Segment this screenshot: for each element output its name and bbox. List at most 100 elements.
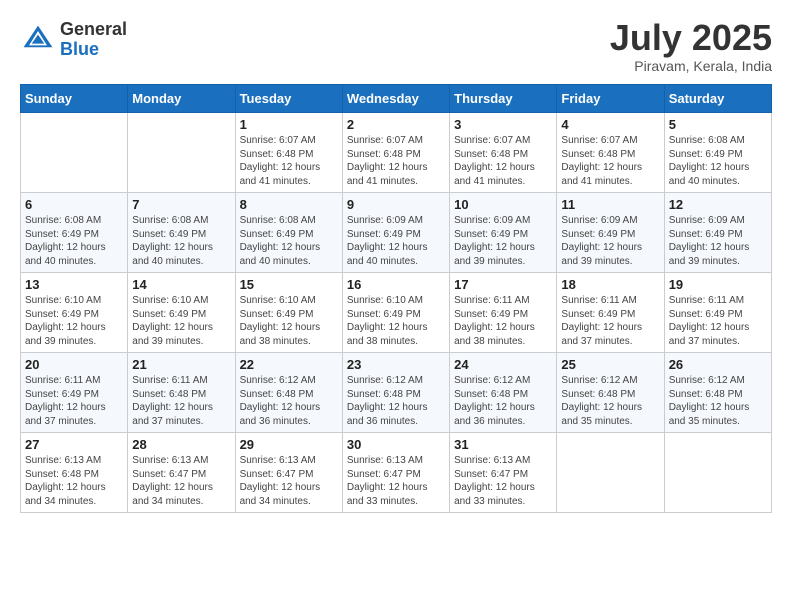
calendar-week-row: 13 Sunrise: 6:10 AMSunset: 6:49 PMDayligh… bbox=[21, 273, 772, 353]
day-number: 25 bbox=[561, 357, 659, 372]
calendar-cell: 21Sunrise: 6:11 AMSunset: 6:48 PMDayligh… bbox=[128, 353, 235, 433]
day-info: Sunrise: 6:08 AMSunset: 6:49 PMDaylight:… bbox=[669, 134, 767, 188]
day-number: 13 bbox=[25, 277, 123, 292]
weekday-header: Monday bbox=[128, 85, 235, 113]
calendar-cell: 5 Sunrise: 6:08 AMSunset: 6:49 PMDaylight… bbox=[664, 113, 771, 193]
day-info: Sunrise: 6:10 AMSunset: 6:49 PMDaylight:… bbox=[347, 294, 445, 348]
month-title: July 2025 bbox=[610, 20, 772, 56]
weekday-header: Tuesday bbox=[235, 85, 342, 113]
day-info: Sunrise: 6:09 AMSunset: 6:49 PMDaylight:… bbox=[669, 214, 767, 268]
day-number: 18 bbox=[561, 277, 659, 292]
calendar-cell bbox=[128, 113, 235, 193]
day-number: 20 bbox=[25, 357, 123, 372]
day-number: 9 bbox=[347, 197, 445, 212]
day-info: Sunrise: 6:12 AMSunset: 6:48 PMDaylight:… bbox=[347, 374, 445, 428]
calendar-week-row: 20 Sunrise: 6:11 AMSunset: 6:49 PMDayligh… bbox=[21, 353, 772, 433]
calendar-cell: 25 Sunrise: 6:12 AMSunset: 6:48 PMDayligh… bbox=[557, 353, 664, 433]
page-header: General Blue July 2025 Piravam, Kerala, … bbox=[20, 20, 772, 74]
logo-text: General Blue bbox=[60, 20, 127, 60]
weekday-header: Wednesday bbox=[342, 85, 449, 113]
calendar-cell: 29 Sunrise: 6:13 AMSunset: 6:47 PMDayligh… bbox=[235, 433, 342, 513]
day-info: Sunrise: 6:13 AMSunset: 6:48 PMDaylight:… bbox=[25, 454, 123, 508]
day-number: 15 bbox=[240, 277, 338, 292]
day-info: Sunrise: 6:12 AMSunset: 6:48 PMDaylight:… bbox=[454, 374, 552, 428]
calendar-cell: 3 Sunrise: 6:07 AMSunset: 6:48 PMDaylight… bbox=[450, 113, 557, 193]
day-info: Sunrise: 6:10 AMSunset: 6:49 PMDaylight:… bbox=[240, 294, 338, 348]
calendar-cell: 31 Sunrise: 6:13 AMSunset: 6:47 PMDayligh… bbox=[450, 433, 557, 513]
day-info: Sunrise: 6:12 AMSunset: 6:48 PMDaylight:… bbox=[561, 374, 659, 428]
calendar-cell: 26Sunrise: 6:12 AMSunset: 6:48 PMDayligh… bbox=[664, 353, 771, 433]
calendar-cell: 15 Sunrise: 6:10 AMSunset: 6:49 PMDayligh… bbox=[235, 273, 342, 353]
calendar-cell: 4 Sunrise: 6:07 AMSunset: 6:48 PMDaylight… bbox=[557, 113, 664, 193]
calendar-week-row: 1 Sunrise: 6:07 AMSunset: 6:48 PMDaylight… bbox=[21, 113, 772, 193]
day-info: Sunrise: 6:13 AMSunset: 6:47 PMDaylight:… bbox=[454, 454, 552, 508]
calendar-cell: 7Sunrise: 6:08 AMSunset: 6:49 PMDaylight… bbox=[128, 193, 235, 273]
calendar-header-row: SundayMondayTuesdayWednesdayThursdayFrid… bbox=[21, 85, 772, 113]
calendar-cell: 17Sunrise: 6:11 AMSunset: 6:49 PMDayligh… bbox=[450, 273, 557, 353]
day-number: 23 bbox=[347, 357, 445, 372]
day-number: 2 bbox=[347, 117, 445, 132]
day-info: Sunrise: 6:11 AMSunset: 6:49 PMDaylight:… bbox=[669, 294, 767, 348]
calendar-cell: 1 Sunrise: 6:07 AMSunset: 6:48 PMDaylight… bbox=[235, 113, 342, 193]
day-number: 4 bbox=[561, 117, 659, 132]
day-info: Sunrise: 6:11 AMSunset: 6:49 PMDaylight:… bbox=[25, 374, 123, 428]
day-info: Sunrise: 6:11 AMSunset: 6:49 PMDaylight:… bbox=[561, 294, 659, 348]
logo-blue: Blue bbox=[60, 39, 99, 59]
calendar-cell: 28 Sunrise: 6:13 AMSunset: 6:47 PMDayligh… bbox=[128, 433, 235, 513]
day-number: 29 bbox=[240, 437, 338, 452]
logo: General Blue bbox=[20, 20, 127, 60]
day-number: 12 bbox=[669, 197, 767, 212]
day-info: Sunrise: 6:08 AMSunset: 6:49 PMDaylight:… bbox=[25, 214, 123, 268]
weekday-header: Sunday bbox=[21, 85, 128, 113]
day-info: Sunrise: 6:10 AMSunset: 6:49 PMDaylight:… bbox=[25, 294, 123, 348]
day-number: 1 bbox=[240, 117, 338, 132]
calendar-cell: 12 Sunrise: 6:09 AMSunset: 6:49 PMDayligh… bbox=[664, 193, 771, 273]
calendar-cell: 6 Sunrise: 6:08 AMSunset: 6:49 PMDaylight… bbox=[21, 193, 128, 273]
day-number: 19 bbox=[669, 277, 767, 292]
day-info: Sunrise: 6:07 AMSunset: 6:48 PMDaylight:… bbox=[454, 134, 552, 188]
day-number: 6 bbox=[25, 197, 123, 212]
day-number: 10 bbox=[454, 197, 552, 212]
day-number: 5 bbox=[669, 117, 767, 132]
day-number: 31 bbox=[454, 437, 552, 452]
location: Piravam, Kerala, India bbox=[610, 58, 772, 74]
title-block: July 2025 Piravam, Kerala, India bbox=[610, 20, 772, 74]
day-info: Sunrise: 6:07 AMSunset: 6:48 PMDaylight:… bbox=[240, 134, 338, 188]
day-number: 24 bbox=[454, 357, 552, 372]
day-info: Sunrise: 6:07 AMSunset: 6:48 PMDaylight:… bbox=[347, 134, 445, 188]
day-number: 22 bbox=[240, 357, 338, 372]
day-info: Sunrise: 6:13 AMSunset: 6:47 PMDaylight:… bbox=[347, 454, 445, 508]
calendar-cell: 20 Sunrise: 6:11 AMSunset: 6:49 PMDayligh… bbox=[21, 353, 128, 433]
day-number: 7 bbox=[132, 197, 230, 212]
day-info: Sunrise: 6:07 AMSunset: 6:48 PMDaylight:… bbox=[561, 134, 659, 188]
day-number: 30 bbox=[347, 437, 445, 452]
calendar-cell: 19 Sunrise: 6:11 AMSunset: 6:49 PMDayligh… bbox=[664, 273, 771, 353]
day-info: Sunrise: 6:13 AMSunset: 6:47 PMDaylight:… bbox=[240, 454, 338, 508]
day-number: 3 bbox=[454, 117, 552, 132]
day-number: 8 bbox=[240, 197, 338, 212]
day-number: 17 bbox=[454, 277, 552, 292]
calendar-cell: 27 Sunrise: 6:13 AMSunset: 6:48 PMDayligh… bbox=[21, 433, 128, 513]
day-number: 14 bbox=[132, 277, 230, 292]
day-info: Sunrise: 6:08 AMSunset: 6:49 PMDaylight:… bbox=[240, 214, 338, 268]
weekday-header: Thursday bbox=[450, 85, 557, 113]
day-number: 26 bbox=[669, 357, 767, 372]
day-info: Sunrise: 6:13 AMSunset: 6:47 PMDaylight:… bbox=[132, 454, 230, 508]
calendar-week-row: 27 Sunrise: 6:13 AMSunset: 6:48 PMDayligh… bbox=[21, 433, 772, 513]
day-number: 27 bbox=[25, 437, 123, 452]
calendar-cell: 10 Sunrise: 6:09 AMSunset: 6:49 PMDayligh… bbox=[450, 193, 557, 273]
calendar-cell: 11Sunrise: 6:09 AMSunset: 6:49 PMDayligh… bbox=[557, 193, 664, 273]
day-info: Sunrise: 6:09 AMSunset: 6:49 PMDaylight:… bbox=[454, 214, 552, 268]
logo-icon bbox=[20, 22, 56, 58]
calendar-cell: 9Sunrise: 6:09 AMSunset: 6:49 PMDaylight… bbox=[342, 193, 449, 273]
calendar-week-row: 6 Sunrise: 6:08 AMSunset: 6:49 PMDaylight… bbox=[21, 193, 772, 273]
day-info: Sunrise: 6:11 AMSunset: 6:48 PMDaylight:… bbox=[132, 374, 230, 428]
day-info: Sunrise: 6:10 AMSunset: 6:49 PMDaylight:… bbox=[132, 294, 230, 348]
day-number: 16 bbox=[347, 277, 445, 292]
calendar-cell: 23 Sunrise: 6:12 AMSunset: 6:48 PMDayligh… bbox=[342, 353, 449, 433]
day-number: 28 bbox=[132, 437, 230, 452]
calendar-cell: 18 Sunrise: 6:11 AMSunset: 6:49 PMDayligh… bbox=[557, 273, 664, 353]
day-number: 11 bbox=[561, 197, 659, 212]
calendar-cell: 16 Sunrise: 6:10 AMSunset: 6:49 PMDayligh… bbox=[342, 273, 449, 353]
logo-general: General bbox=[60, 19, 127, 39]
